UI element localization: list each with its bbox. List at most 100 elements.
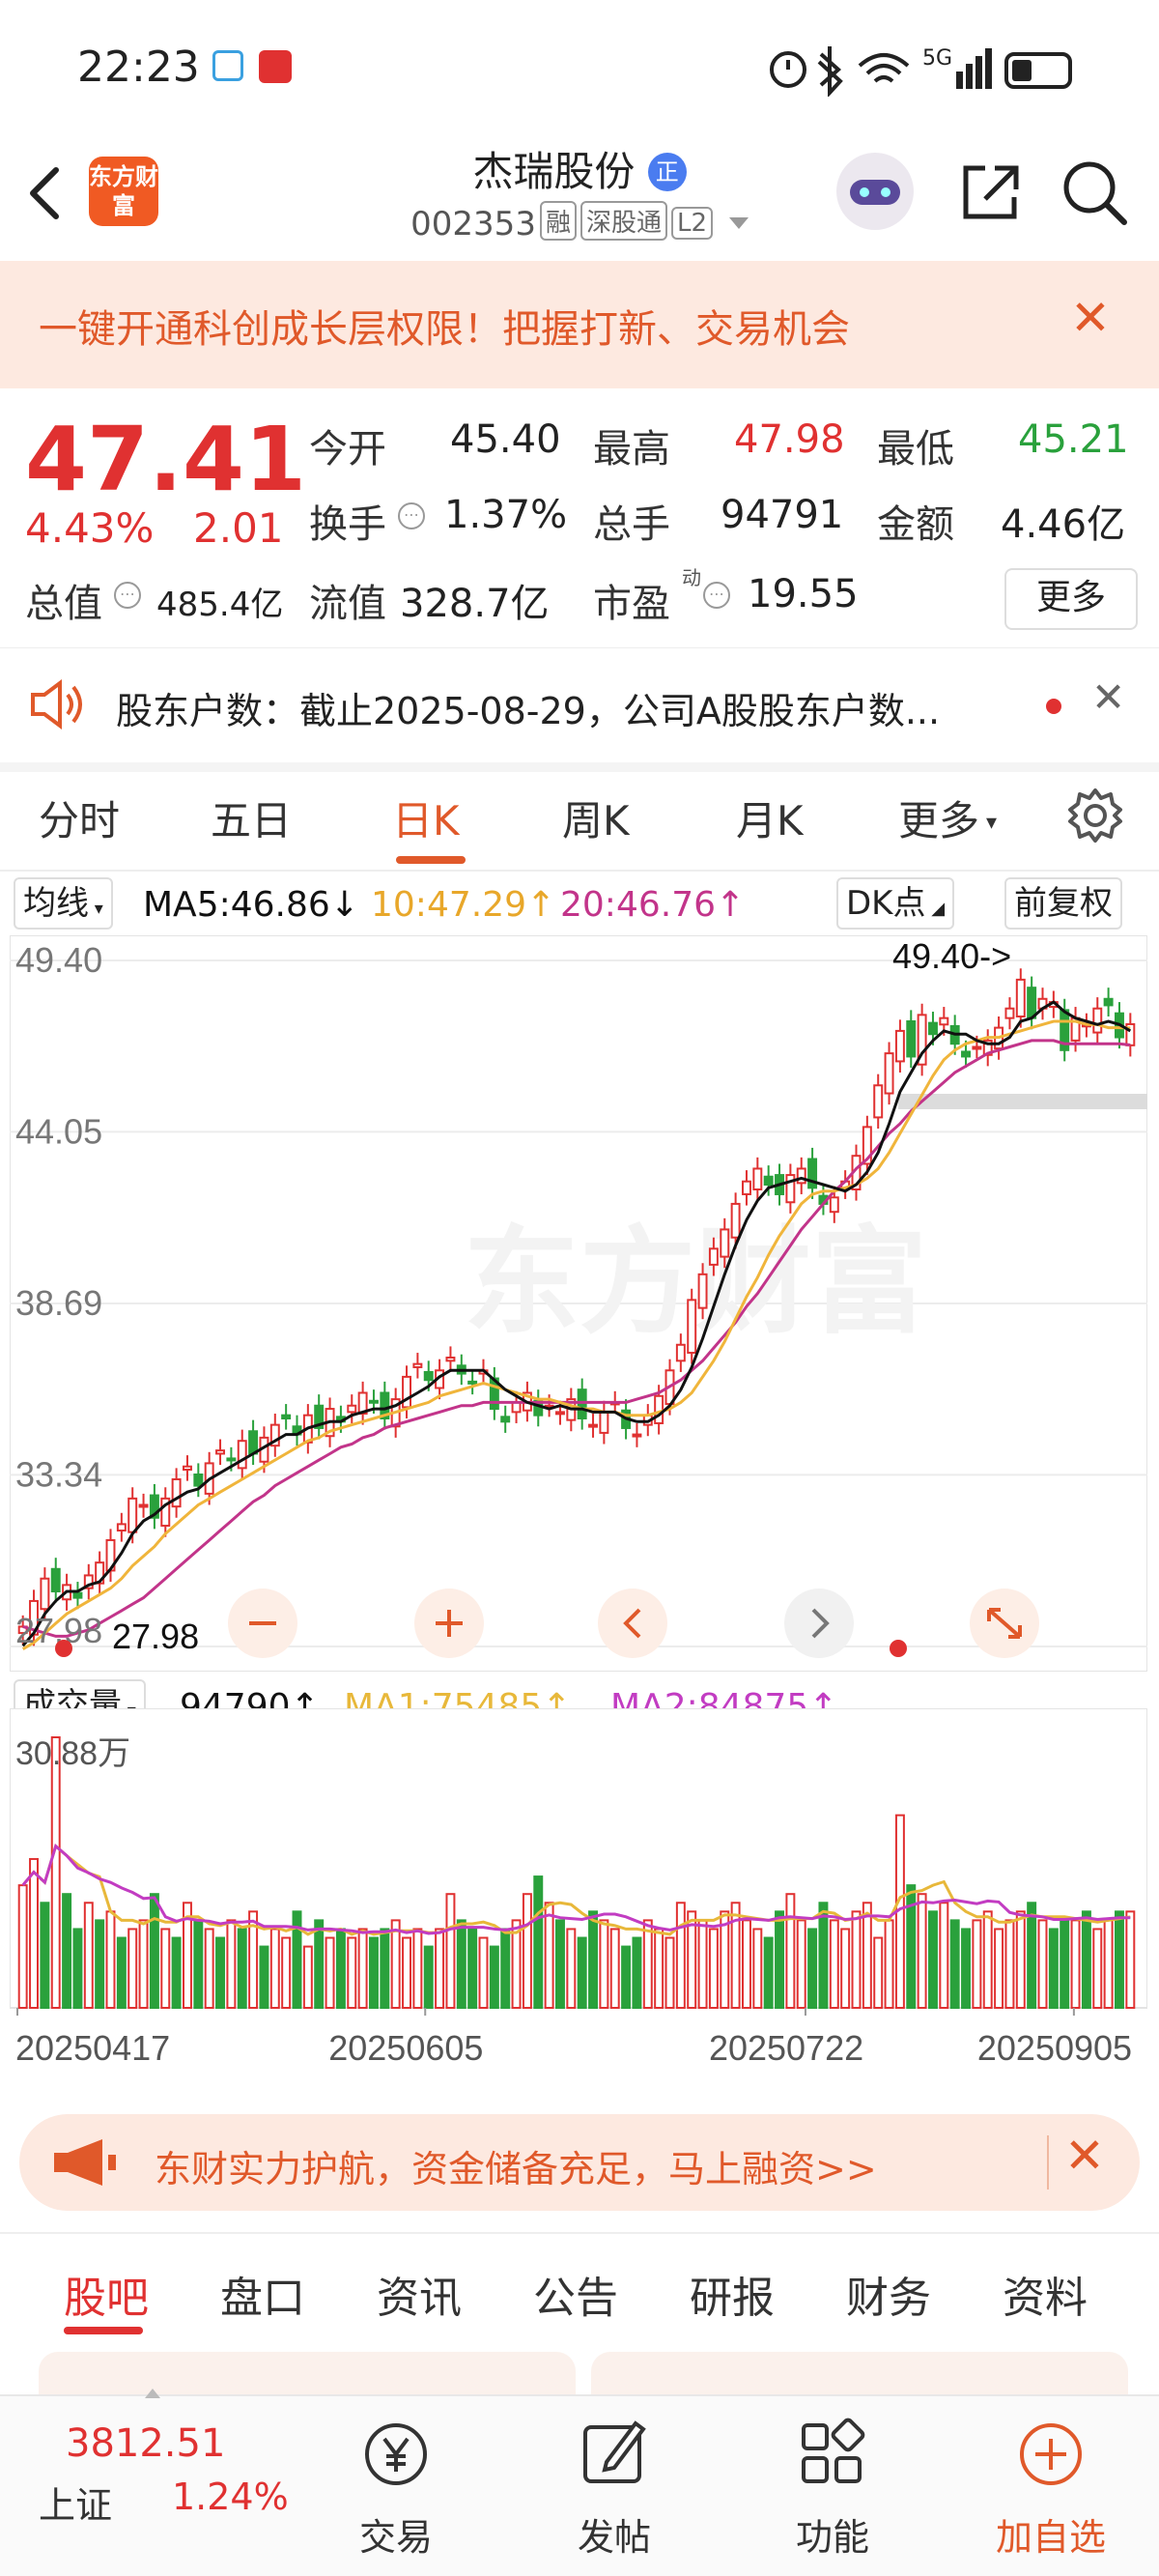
nav-functions[interactable]: 功能: [755, 2416, 910, 2561]
tab-profile[interactable]: 资料: [1003, 2263, 1088, 2325]
adjust-button[interactable]: 前复权: [1004, 877, 1122, 930]
volume-bar: [204, 1928, 214, 2010]
nav-post[interactable]: 发帖: [537, 2416, 692, 2561]
tab-monthly-k[interactable]: 月K: [736, 788, 804, 847]
content-tabs: 股吧 盘口 资讯 公告 研报 财务 资料: [0, 2232, 1159, 2400]
candle: [412, 1362, 423, 1368]
tab-financials[interactable]: 财务: [846, 2263, 931, 2325]
volume-bar: [193, 1919, 204, 2009]
candle: [182, 1465, 192, 1472]
nav-trade-label: 交易: [358, 2516, 433, 2559]
signal-dot: [55, 1640, 72, 1657]
float-value: 328.7亿: [400, 582, 550, 626]
kline-chart[interactable]: 东方财富 49.4044.0538.6933.3427.98 49.40-> 2…: [10, 935, 1147, 1672]
info-icon[interactable]: ⋯: [398, 502, 425, 530]
low-label: 最低: [877, 427, 954, 472]
volume-bar: [226, 1919, 237, 2009]
volume-bar: [609, 1928, 620, 2010]
current-price: 47.41: [25, 408, 307, 511]
chevron-down-icon[interactable]: [728, 217, 749, 229]
volume-bar: [917, 1893, 927, 2010]
scroll-right-button[interactable]: [784, 1589, 854, 1658]
dk-point-button[interactable]: DK点 ◢: [836, 877, 955, 930]
card-peek: [591, 2352, 1128, 2400]
volume-bar: [171, 1936, 182, 2009]
tab-research[interactable]: 研报: [690, 2263, 775, 2325]
status-time: 22:23: [77, 43, 200, 92]
nav-post-label: 发帖: [577, 2516, 651, 2559]
kline-tabs: 分时 五日 日K 周K 月K 更多 ▾: [0, 763, 1159, 872]
volume-bar: [357, 1928, 368, 2010]
volume-bar: [939, 1902, 949, 2009]
volume-bar: [445, 1893, 456, 2010]
close-icon[interactable]: ✕: [1070, 290, 1111, 346]
tab-orderbook[interactable]: 盘口: [220, 2263, 305, 2325]
volume-chart[interactable]: 30.88万 20250417 20250605 20250722 20250905: [10, 1708, 1147, 2095]
volume-bar: [72, 1928, 83, 2010]
volume-bar: [435, 1928, 445, 2010]
tab-announcements[interactable]: 公告: [533, 2263, 618, 2325]
official-badge-icon: 正: [647, 153, 687, 191]
tab-more[interactable]: 更多 ▾: [898, 788, 997, 847]
ma10-value: 10:47.29↑: [371, 885, 556, 925]
volume-bar: [949, 1919, 960, 2009]
tab-weekly-k[interactable]: 周K: [562, 788, 630, 847]
network-type: 5G: [922, 46, 953, 71]
scroll-left-button[interactable]: [598, 1589, 667, 1658]
candle: [226, 1457, 237, 1462]
candle: [237, 1440, 247, 1470]
robot-assistant-icon[interactable]: [836, 153, 914, 230]
tab-intraday[interactable]: 分时: [39, 788, 120, 847]
info-icon[interactable]: ⋯: [703, 582, 730, 609]
turnover-value: 1.37%: [444, 493, 568, 537]
tag-level2[interactable]: L2: [670, 207, 714, 240]
nav-add-watchlist[interactable]: 加自选: [974, 2416, 1128, 2561]
volume-bar: [390, 1919, 401, 2009]
tag-connect: 深股通: [580, 201, 667, 241]
x-tick-label: 20250605: [328, 2028, 483, 2068]
more-button[interactable]: 更多: [1004, 568, 1138, 630]
tab-news[interactable]: 资讯: [377, 2263, 462, 2325]
tab-daily-k[interactable]: 日K: [392, 788, 460, 847]
volume-bar: [269, 1928, 280, 2010]
ma20-value: 20:46.76↑: [560, 885, 746, 925]
volume-bar: [1103, 1919, 1114, 2009]
ma-type-label: 均线: [23, 884, 89, 923]
ma-type-select[interactable]: 均线 ▾: [14, 877, 113, 930]
volume-bar: [1015, 1910, 1026, 2009]
candle: [215, 1449, 226, 1455]
volume-bar: [796, 1919, 806, 2009]
candle: [708, 1247, 719, 1266]
y-tick-label: 44.05: [15, 1111, 102, 1151]
close-icon[interactable]: ✕: [1091, 673, 1125, 721]
finance-promo[interactable]: 东财实力护航，资金储备充足，马上融资>> ✕: [19, 2114, 1140, 2211]
candle: [632, 1433, 642, 1438]
info-icon[interactable]: ⋯: [114, 582, 141, 609]
volume-bar: [664, 1936, 675, 2009]
share-icon[interactable]: [956, 158, 1024, 226]
volume-bar: [1060, 1919, 1070, 2009]
volume-bar: [851, 1910, 862, 2009]
gear-icon[interactable]: [1066, 787, 1124, 844]
tab-five-day[interactable]: 五日: [211, 788, 292, 847]
nav-trade[interactable]: 交易: [319, 2416, 473, 2561]
search-icon[interactable]: [1060, 158, 1130, 228]
candle: [467, 1380, 478, 1385]
volume-bar: [1125, 1910, 1136, 2009]
amount-value: 4.46亿: [1001, 502, 1126, 547]
index-ticker[interactable]: 3812.51 上证 1.24%: [0, 2389, 290, 2576]
promo-banner[interactable]: 一键开通科创成长层权限！把握打新、交易机会 ✕: [0, 261, 1159, 388]
x-tick-label: 20250722: [709, 2028, 863, 2068]
support-zone: [898, 1094, 1147, 1109]
tab-guba[interactable]: 股吧: [64, 2263, 149, 2325]
volume-bar: [478, 1936, 489, 2009]
candle: [127, 1497, 138, 1533]
candle: [829, 1196, 839, 1214]
x-axis-dates: 20250417 20250605 20250722 20250905: [15, 2008, 1132, 2068]
candle: [171, 1477, 182, 1508]
volume-bar: [302, 1945, 313, 2009]
notice-bar[interactable]: 股东户数：截止2025-08-29，公司A股股东户数... ✕: [0, 647, 1159, 772]
candle: [654, 1394, 664, 1424]
candle: [500, 1416, 511, 1423]
close-icon[interactable]: ✕: [1064, 2128, 1105, 2184]
